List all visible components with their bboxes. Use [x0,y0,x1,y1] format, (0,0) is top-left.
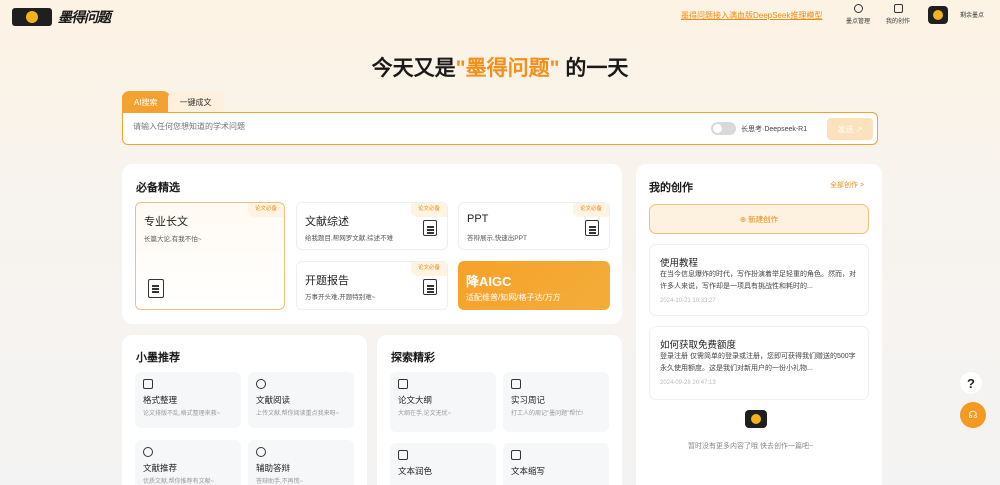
nav-points-management[interactable]: 墨点管理 [846,4,870,25]
lightbulb-icon [256,379,266,389]
tile-title: 实习周记 [511,395,546,405]
card-title: 使用教程 [660,258,699,269]
send-button[interactable]: 发送 ↗ [827,118,873,140]
layers-icon [423,220,437,236]
feature-subtitle: 答辩展示,快速出PPT [467,235,527,242]
tile-title: 辅助答辩 [256,463,291,473]
feature-title: 专业长文 [144,216,188,228]
tile-title: 文献推荐 [143,463,178,473]
tab-ai-search[interactable]: AI搜索 [122,91,170,113]
logo-text: 墨得问题 [58,9,111,25]
report-icon [423,279,437,295]
feature-title: 文献综述 [305,216,349,228]
tile-paper-outline[interactable]: 论文大纲 大纲在手,论文无忧~ [390,372,496,432]
nav-label: 我的创作 [886,19,911,25]
badge: 论文必备 [411,203,447,217]
tile-title: 论文大纲 [398,395,433,405]
feature-subtitle: 万事开头难,开题特别难~ [305,294,376,301]
explore-panel: 探索精彩 论文大纲 大纲在手,论文无忧~ 实习周记 打工人的周记"墨问题"帮忙!… [377,335,622,485]
feature-title: 降AIGC [466,274,512,289]
tile-title: 文本润色 [398,466,433,476]
logo[interactable]: 墨得问题 [12,7,111,27]
tile-title: 文献阅读 [256,395,291,405]
format-icon [143,379,153,389]
feature-reduce-aigc[interactable]: 降AIGC 适配维普/知网/格子达/万方 [458,261,610,310]
new-creation-button[interactable]: ⊕ 新建创作 [649,204,869,234]
feature-title: PPT [467,213,489,225]
thumbs-up-icon [398,379,408,389]
search-tabs: AI搜索 一键成文 [122,91,224,113]
document-edit-icon [148,279,164,298]
tile-internship-journal[interactable]: 实习周记 打工人的周记"墨问题"帮忙! [503,372,609,432]
deep-think-toggle[interactable] [711,122,736,135]
feature-subtitle: 给我题目,帮网罗文献,综述不难 [305,235,394,242]
tile-title: 文本缩写 [511,466,546,476]
section-title: 必备精选 [136,182,180,194]
remaining-points[interactable]: 剩余墨点 [960,10,984,19]
tile-text-polish[interactable]: 文本润色 [390,443,496,485]
pie-icon [256,447,266,457]
title-suffix: 的一天 [559,57,629,80]
feature-subtitle: 适配维普/知网/格子达/万方 [466,293,561,302]
tile-defense-assist[interactable]: 辅助答辩 答辩助手,不再慌~ [248,440,354,485]
creation-card[interactable]: 使用教程 在当今信息爆炸的时代，写作扮演着举足轻重的角色。然而，对许多人来说，写… [649,244,869,316]
section-title: 我的创作 [649,182,693,194]
feature-long-article[interactable]: 论文必备 专业长文 长篇大论,有我不怕~ [135,202,285,310]
card-desc: 在当今信息爆炸的时代，写作扮演着举足轻重的角色。然而，对许多人来说，写作却是一项… [660,271,856,290]
tile-subtitle: 上传文献,帮你阅读重点我来呀~ [256,411,340,417]
recommend-panel: 小墨推荐 格式整理 论文排版不乱,格式整理来救~ 文献阅读 上传文献,帮你阅读重… [122,335,367,485]
settings-icon [853,4,863,13]
tile-subtitle: 优质文献,帮你推荐有文献~ [143,479,215,485]
nav-my-creations[interactable]: 我的创作 [886,4,910,25]
mascot-logo-icon [12,8,52,26]
badge: 论文必备 [248,203,284,217]
empty-note: 暂时没有更多内容了哦 快去创作一篇吧~ [688,443,814,450]
tile-text-abbreviate[interactable]: 文本缩写 [503,443,609,485]
nav-label: 墨点管理 [846,19,871,25]
deepseek-notice-link[interactable]: 墨得问题接入满血版DeepSeek推理模型 [681,10,822,21]
feature-literature-review[interactable]: 论文必备 文献综述 给我题目,帮网罗文献,综述不难 [296,202,448,250]
creation-card[interactable]: 如何获取免费额度 登录注册 仅需简单的登录或注册，您即可获得我们赠送的500字永… [649,326,869,400]
ppt-file-icon [585,220,599,236]
clipboard-icon [511,450,521,460]
tile-literature-recommend[interactable]: 文献推荐 优质文献,帮你推荐有文献~ [135,440,241,485]
title-highlight: "墨得问题" [455,57,560,80]
top-header: 墨得问题 墨得问题接入满血版DeepSeek推理模型 墨点管理 我的创作 剩余墨… [0,0,1000,34]
badge: 论文必备 [573,203,609,217]
share-nodes-icon [143,447,153,457]
help-button[interactable]: ? [960,372,982,394]
tile-subtitle: 答辩助手,不再慌~ [256,479,304,485]
section-title: 小墨推荐 [136,352,180,364]
tile-format-cleanup[interactable]: 格式整理 论文排版不乱,格式整理来救~ [135,372,241,428]
deep-think-label: 长思考·Deepseek-R1 [741,126,808,133]
feature-ppt[interactable]: 论文必备 PPT 答辩展示,快速出PPT [458,202,610,250]
essentials-panel: 必备精选 论文必备 专业长文 长篇大论,有我不怕~ 论文必备 文献综述 给我题目… [122,164,622,324]
tile-subtitle: 打工人的周记"墨问题"帮忙! [511,411,583,417]
feature-proposal-report[interactable]: 论文必备 开题报告 万事开头难,开题特别难~ [296,261,448,310]
card-date: 2024-10-21 10:33:27 [660,298,716,304]
page-title: 今天又是"墨得问题" 的一天 [0,52,1000,82]
feature-title: 开题报告 [305,275,349,287]
section-title: 探索精彩 [391,352,435,364]
document-icon [893,4,903,13]
feature-subtitle: 长篇大论,有我不怕~ [144,236,202,243]
avatar[interactable] [928,6,948,24]
all-creations-link[interactable]: 全部创作 > [830,180,864,190]
search-input[interactable] [133,122,653,131]
card-desc: 登录注册 仅需简单的登录或注册，您即可获得我们赠送的500字永久使用额度。这是我… [660,353,856,372]
tile-title: 格式整理 [143,395,178,405]
tab-one-click-essay[interactable]: 一键成文 [167,91,224,113]
calendar-icon [398,450,408,460]
title-prefix: 今天又是 [371,57,456,80]
tile-literature-reading[interactable]: 文献阅读 上传文献,帮你阅读重点我来呀~ [248,372,354,428]
customer-service-button[interactable]: ☊ [960,402,986,428]
notebook-icon [511,379,521,389]
card-title: 如何获取免费额度 [660,340,737,351]
card-date: 2024-09-28 20:47:13 [660,380,716,386]
tile-subtitle: 大纲在手,论文无忧~ [398,411,452,417]
badge: 论文必备 [411,262,447,276]
tile-subtitle: 论文排版不乱,格式整理来救~ [143,411,221,417]
mascot-icon [745,410,767,428]
search-box: 长思考·Deepseek-R1 发送 ↗ [122,112,878,145]
